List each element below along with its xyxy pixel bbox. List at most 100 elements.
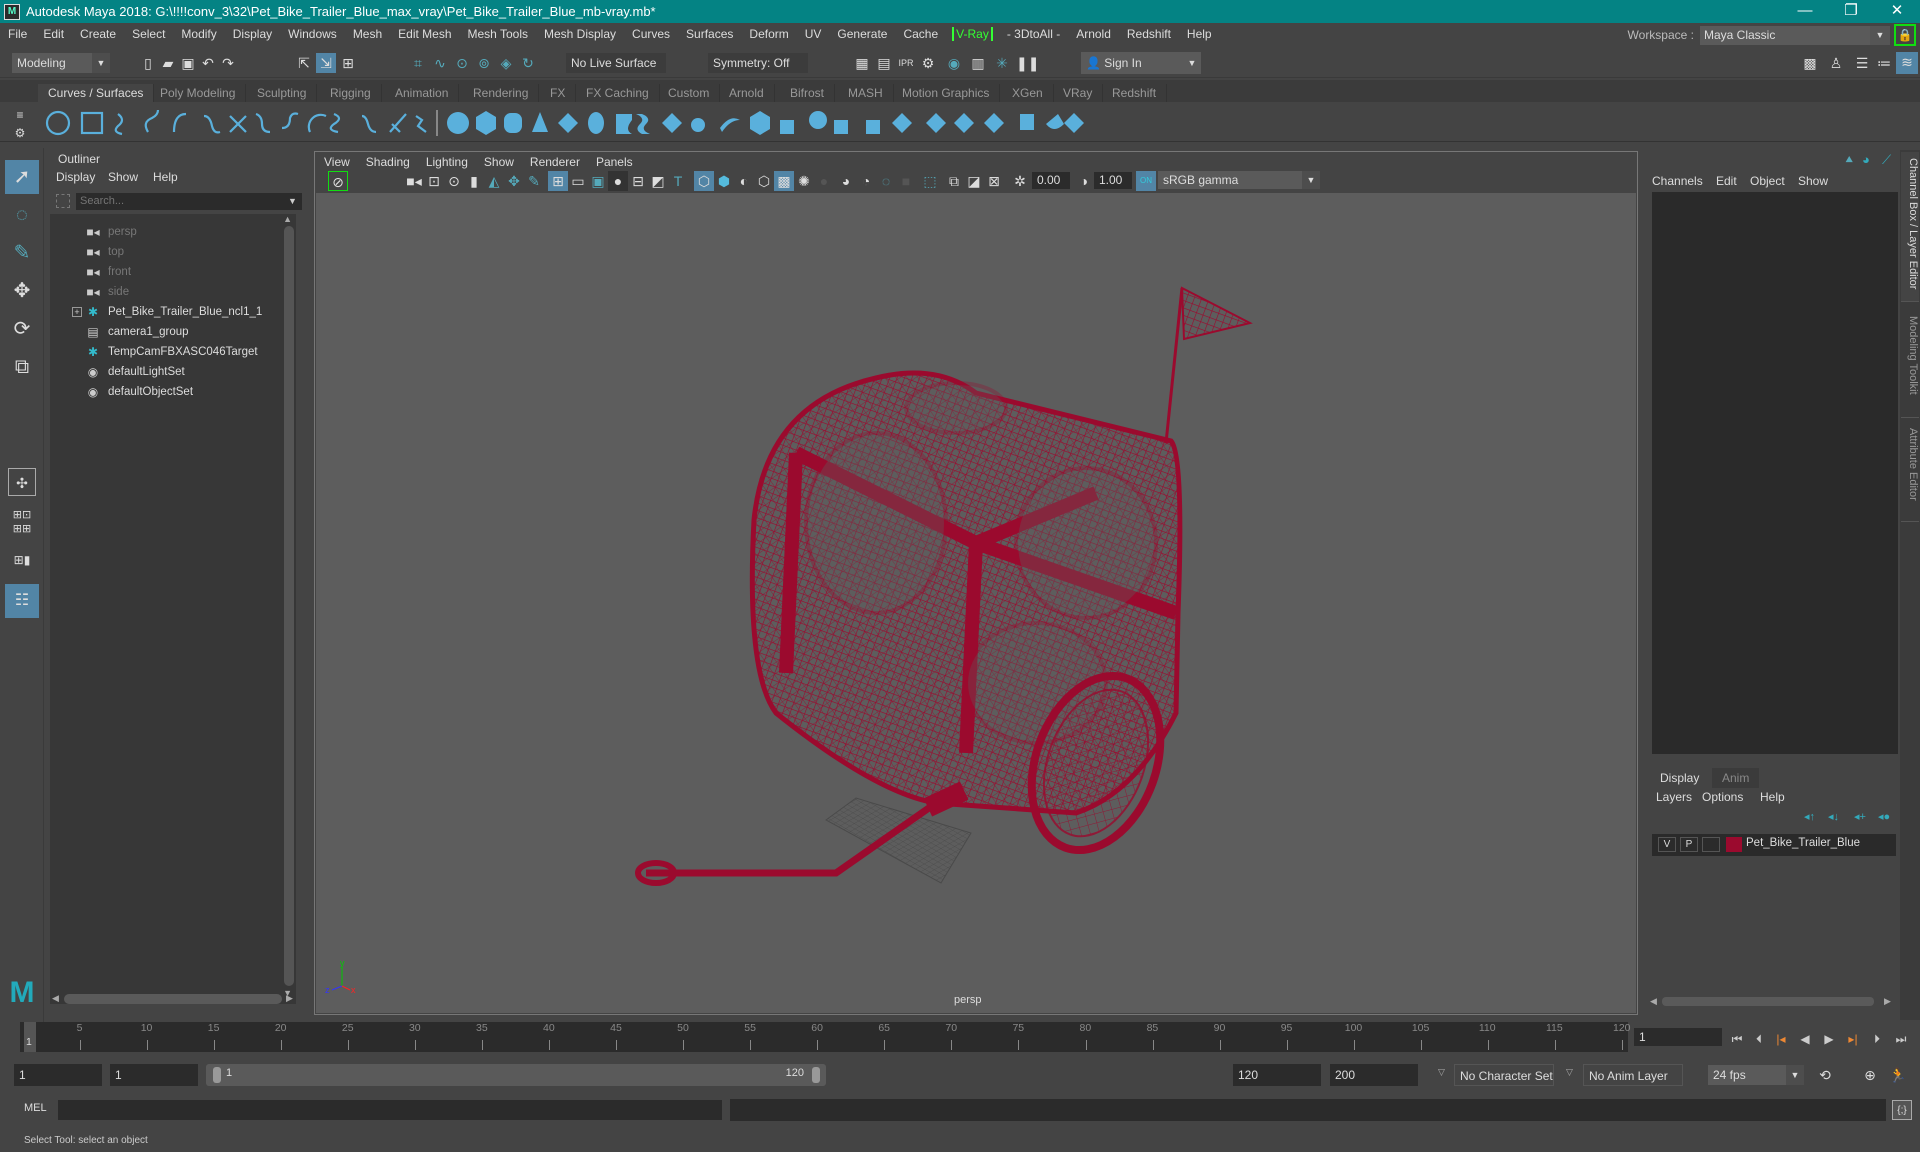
outliner-menu-show[interactable]: Show [108,170,138,184]
scroll-right-icon[interactable]: ▶ [286,993,293,1004]
snap-surface-icon[interactable]: ◈ [496,53,516,73]
safe-title-icon[interactable]: T [668,171,688,191]
script-editor-icon[interactable]: {;} [1892,1100,1912,1120]
outliner-item-side[interactable]: ■◂ side [50,282,290,302]
viewport-3d[interactable]: y z x persp [316,193,1636,1013]
viewport-menu-lighting[interactable]: Lighting [418,152,476,172]
speed-icon[interactable]: ◕ [1862,152,1870,167]
camera-attributes-icon[interactable]: ⊙ [444,171,464,191]
two-d-pan-zoom-icon[interactable]: ✥ [504,171,524,191]
render-settings-icon[interactable]: ⚙ [918,53,938,73]
character-set-field[interactable]: No Character Set [1454,1064,1554,1086]
outliner-item-top[interactable]: ■◂ top [50,242,290,262]
isolate-select-icon[interactable]: ⬚ [920,171,940,191]
menu-help[interactable]: Help [1179,27,1220,41]
channelbox-menu-object[interactable]: Object [1750,174,1785,188]
outliner-item-pet-bike-trailer[interactable]: + ✱ Pet_Bike_Trailer_Blue_ncl1_1 [50,302,290,322]
shelf-menu-icon[interactable]: ≡ [10,105,30,125]
open-scene-icon[interactable]: ▰ [158,53,178,73]
safe-action-icon[interactable]: ◩ [648,171,668,191]
xray-active-icon[interactable]: ◪ [964,171,984,191]
channelbox-menu-show[interactable]: Show [1798,174,1828,188]
scale-tool-icon[interactable]: ⧉ [5,350,39,384]
shelf-tab-sculpting[interactable]: Sculpting [247,84,318,102]
step-back-key-icon[interactable]: ⏴ [1750,1030,1768,1048]
playback-end-field[interactable]: 120 [1233,1064,1321,1086]
human-ik-icon[interactable]: ♙ [1826,53,1846,73]
fps-dropdown[interactable]: 24 fps ▼ [1708,1065,1804,1085]
menu-create[interactable]: Create [72,27,124,41]
menu-file[interactable]: File [0,27,35,41]
lock-icon[interactable]: 🔒 [1894,24,1916,46]
gamma-field[interactable]: 1.00 [1094,172,1132,189]
menu-surfaces[interactable]: Surfaces [678,27,741,41]
snap-point-icon[interactable]: ⊙ [452,53,472,73]
animation-start-field[interactable]: 1 [14,1064,102,1086]
layer-menu-help[interactable]: Help [1760,790,1785,804]
shelf-tab-fx-caching[interactable]: FX Caching [576,84,660,102]
shelf-tab-mash[interactable]: MASH [838,84,894,102]
menu-cache[interactable]: Cache [895,27,946,41]
layer-playback-toggle[interactable]: P [1680,837,1698,852]
layer-menu-options[interactable]: Options [1702,790,1743,804]
image-plane-icon[interactable]: ◭ [484,171,504,191]
expand-icon[interactable]: + [72,307,82,317]
outliner-menu-help[interactable]: Help [153,170,178,184]
scroll-left-icon[interactable]: ◀ [52,993,59,1004]
backface-culling-icon[interactable]: ⊠ [984,171,1004,191]
save-scene-icon[interactable]: ▣ [178,53,198,73]
playback-start-field[interactable]: 1 [110,1064,198,1086]
shelf-tab-poly-modeling[interactable]: Poly Modeling [150,84,247,102]
select-camera-icon[interactable]: ■◂ [404,171,424,191]
color-space-dropdown[interactable]: sRGB gamma ▼ [1158,171,1320,189]
snap-curve-icon[interactable]: ∿ [430,53,450,73]
shelf-tab-fx[interactable]: FX [540,84,577,102]
viewport-menu-renderer[interactable]: Renderer [522,152,588,172]
chevron-down-icon[interactable]: ▽ [1438,1067,1445,1078]
shelf-tab-rendering[interactable]: Rendering [463,84,540,102]
outliner-item-default-light-set[interactable]: ◉ defaultLightSet [50,362,290,382]
render-sequence-icon[interactable]: ▤ [874,53,894,73]
play-forwards-icon[interactable]: ▶ [1820,1030,1838,1048]
menu-mesh-display[interactable]: Mesh Display [536,27,624,41]
resolution-gate-icon[interactable]: ▣ [588,171,608,191]
use-all-lights-icon[interactable]: ✺ [794,171,814,191]
tab-modeling-toolkit[interactable]: Modeling Toolkit [1901,310,1919,418]
lasso-tool-icon[interactable]: ◌ [5,198,39,232]
layer-color-swatch[interactable] [1726,837,1742,852]
step-back-frame-icon[interactable]: |◂ [1772,1030,1790,1048]
script-language-label[interactable]: MEL [24,1102,47,1114]
layer-visibility-toggle[interactable]: V [1658,837,1676,852]
menu-mesh-tools[interactable]: Mesh Tools [460,27,536,41]
outliner-search-input[interactable] [76,193,302,210]
hyper-icon[interactable]: ⟋ [1882,152,1891,168]
move-layer-down-icon[interactable]: ◂↓ [1828,810,1839,823]
filter-icon[interactable] [56,194,70,208]
shelf-tab-custom[interactable]: Custom [658,84,721,102]
move-layer-up-icon[interactable]: ◂↑ [1804,810,1815,823]
anti-aliasing-icon[interactable]: ◌ [876,171,896,191]
shelf-tab-redshift[interactable]: Redshift [1102,84,1168,102]
snap-vertex-icon[interactable]: ↻ [518,53,538,73]
snap-grid-icon[interactable]: ⌗ [408,53,428,73]
four-view-layout-icon[interactable]: ⊞⊡ ⊞⊞ [8,508,36,536]
anim-layer-field[interactable]: No Anim Layer [1583,1064,1683,1086]
menu-3dtoall[interactable]: - 3DtoAll - [999,27,1068,41]
grease-pencil-icon[interactable]: ✎ [524,171,544,191]
auto-key-icon[interactable]: ⊕ [1860,1065,1880,1085]
grid-toggle-icon[interactable]: ⊞ [548,171,568,191]
tab-channel-box-layer-editor[interactable]: Channel Box / Layer Editor [1901,152,1919,302]
bookmark-icon[interactable]: ▮ [464,171,484,191]
shelf-tab-rigging[interactable]: Rigging [320,84,382,102]
menu-deform[interactable]: Deform [741,27,796,41]
outliner-item-persp[interactable]: ■◂ persp [50,222,290,242]
hypershade-icon[interactable]: ◉ [944,53,964,73]
menu-select[interactable]: Select [124,27,173,41]
layer-horizontal-scrollbar[interactable] [1662,997,1874,1006]
outliner-item-tempcam-target[interactable]: ✱ TempCamFBXASC046Target [50,342,290,362]
gate-mask-icon[interactable]: ● [608,171,628,191]
scroll-up-icon[interactable]: ▲ [283,214,292,224]
screen-space-ao-icon[interactable]: ◕ [836,171,856,191]
layer-tab-anim[interactable]: Anim [1712,768,1760,788]
default-material-icon[interactable]: ◐ [734,171,754,191]
